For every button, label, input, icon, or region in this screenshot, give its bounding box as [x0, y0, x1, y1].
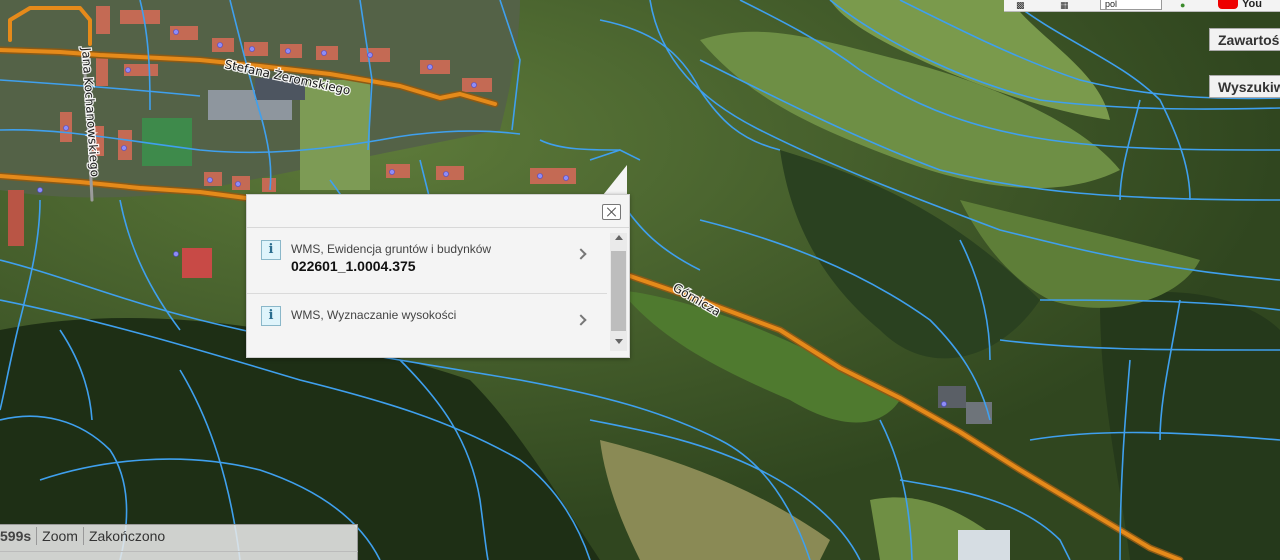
building: [8, 190, 24, 246]
popup-pointer: [603, 165, 627, 195]
building: [118, 130, 132, 160]
content-button[interactable]: Zawartość: [1209, 28, 1280, 51]
building: [182, 248, 212, 278]
info-icon: i: [261, 240, 281, 260]
list-item[interactable]: i WMS, Ewidencja gruntów i budynków 0226…: [247, 228, 607, 294]
building: [280, 44, 302, 58]
result-layer-title: WMS, Wyznaczanie wysokości: [291, 308, 457, 322]
status-zoom: Zoom: [37, 527, 84, 545]
status-state: Zakończono: [88, 528, 166, 544]
sports-field: [142, 118, 192, 166]
result-layer-title: WMS, Ewidencja gruntów i budynków: [291, 242, 492, 256]
building: [360, 48, 390, 62]
aerial-map[interactable]: Stefana Żeromskiego Jana Kochanowskiego …: [0, 0, 1280, 560]
building: [530, 168, 576, 184]
chevron-right-icon[interactable]: [575, 314, 587, 326]
status-row: 599s Zoom Zakończono: [0, 527, 170, 545]
scroll-up-icon[interactable]: [615, 235, 623, 240]
status-bar: 599s Zoom Zakończono: [0, 524, 358, 560]
scroll-down-icon[interactable]: [615, 339, 623, 344]
status-time: 599s: [0, 527, 38, 545]
building: [436, 166, 464, 180]
list-item[interactable]: i WMS, Wyznaczanie wysokości: [247, 294, 607, 360]
sports-field: [300, 80, 370, 190]
building: [120, 10, 160, 24]
help-icon[interactable]: ●: [1180, 0, 1185, 10]
top-toolbar: ▩ ▦ pol ● You: [1004, 0, 1280, 12]
building: [212, 38, 234, 52]
youtube-icon[interactable]: [1218, 0, 1238, 9]
search-button[interactable]: Wyszukiwanie: [1209, 75, 1280, 98]
building: [462, 78, 492, 92]
popup-result-list: i WMS, Ewidencja gruntów i budynków 0226…: [247, 228, 607, 356]
info-icon: i: [261, 306, 281, 326]
popup-header: [247, 195, 629, 228]
building: [262, 178, 276, 192]
building: [244, 42, 268, 56]
building: [96, 58, 108, 86]
chevron-right-icon[interactable]: [575, 248, 587, 260]
building: [204, 172, 222, 186]
language-select[interactable]: pol: [1100, 0, 1162, 10]
close-icon[interactable]: [602, 204, 621, 220]
forest-area: [1100, 291, 1280, 560]
building: [232, 176, 250, 190]
popup-scrollbar[interactable]: [610, 233, 627, 351]
result-parcel-id: 022601_1.0004.375: [291, 258, 416, 274]
building: [958, 530, 1010, 560]
building: [420, 60, 450, 74]
status-row-secondary: [0, 551, 358, 560]
feature-info-popup: i WMS, Ewidencja gruntów i budynków 0226…: [246, 194, 630, 358]
scroll-thumb[interactable]: [611, 251, 626, 331]
building: [96, 6, 110, 34]
youtube-label[interactable]: You: [1242, 0, 1262, 10]
print-icon[interactable]: ▩: [1016, 0, 1025, 10]
building: [316, 46, 338, 60]
wms-icon[interactable]: ▦: [1060, 0, 1069, 10]
